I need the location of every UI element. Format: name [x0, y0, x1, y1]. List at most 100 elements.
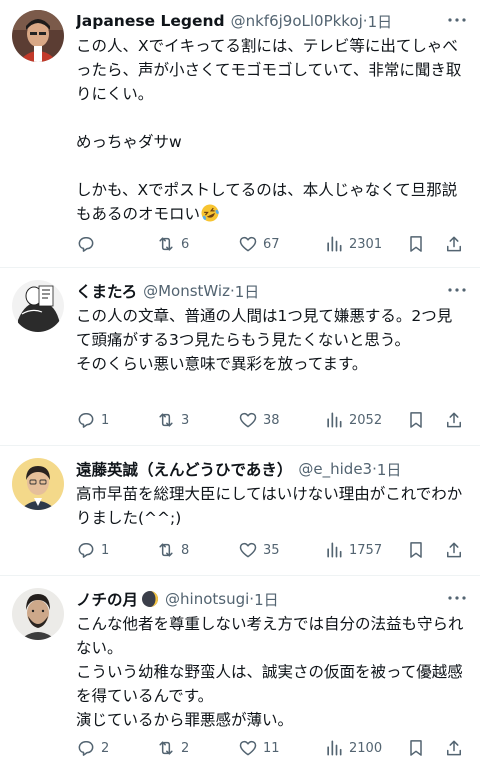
display-name[interactable]: 遠藤英誠（えんどうひであき）	[76, 458, 292, 480]
bookmark-button[interactable]	[406, 408, 426, 432]
user-handle[interactable]: @e_hide3	[298, 460, 372, 478]
view-count: 1757	[349, 542, 383, 558]
like-count: 35	[263, 542, 280, 558]
timestamp[interactable]: 1日	[377, 459, 402, 480]
speech-bubble-icon	[78, 413, 94, 428]
tweet-text-content: この人、Xでイキってる割には、テレビ等に出てしゃべったら、声が小さくてモゴモゴし…	[76, 37, 462, 223]
reply-count: 1	[101, 542, 110, 558]
view-count: 2052	[349, 412, 383, 428]
heart-icon	[239, 236, 257, 252]
avatar[interactable]	[12, 10, 64, 62]
bookmark-button[interactable]	[406, 736, 426, 760]
crescent-moon-emoji	[141, 590, 159, 608]
share-button[interactable]	[444, 538, 464, 562]
share-button[interactable]	[444, 408, 464, 432]
like-button[interactable]: 11	[238, 736, 280, 760]
views-button[interactable]: 1757	[324, 538, 382, 562]
tweet-actions: 2 2 11 2100	[68, 736, 470, 760]
more-dots-icon[interactable]	[446, 10, 468, 30]
repost-count: 3	[181, 412, 190, 428]
timestamp[interactable]: 1日	[368, 11, 393, 32]
repost-button[interactable]: 3	[156, 408, 189, 432]
speech-bubble-icon	[78, 741, 94, 756]
avatar[interactable]	[12, 280, 64, 332]
more-dots-icon[interactable]	[446, 588, 468, 608]
like-button[interactable]: 38	[238, 408, 280, 432]
repost-arrows-icon	[159, 413, 173, 427]
tweet-text: 高市早苗を総理大臣にしてはいけない理由がこれでわかりました(^^;)	[76, 485, 463, 527]
bar-chart-icon	[327, 542, 342, 558]
views-button[interactable]: 2100	[324, 736, 382, 760]
reply-feed: Japanese Legend @nkf6j9oLl0Pkkoj · 1日 この…	[0, 0, 480, 771]
reply-button[interactable]: 1	[76, 408, 109, 432]
repost-button[interactable]: 6	[156, 232, 189, 256]
tweet-text: こんな他者を尊重しない考え方では自分の法益も守られない。 こういう幼稚な野蛮人は…	[76, 615, 464, 729]
bookmark-icon	[410, 412, 422, 428]
tweet-header: ノチの月 @hinotsugi · 1日	[76, 588, 466, 610]
display-name[interactable]: Japanese Legend	[76, 12, 225, 30]
view-count: 2301	[349, 236, 383, 252]
view-count: 2100	[349, 740, 383, 756]
avatar[interactable]	[12, 588, 64, 640]
tweet-text: この人の文章、普通の人間は1つ見て嫌悪する。2つ見て頭痛がする3つ見たらもう見た…	[76, 307, 453, 373]
tweet-header: Japanese Legend @nkf6j9oLl0Pkkoj · 1日	[76, 10, 466, 32]
tweet[interactable]: くまたろ @MonstWiz · 1日 この人の文章、普通の人間は1つ見て嫌悪す…	[0, 268, 480, 446]
tweet-actions: 6 67 2301	[68, 232, 470, 256]
bookmark-icon	[410, 740, 422, 756]
share-upload-icon	[447, 542, 461, 558]
bookmark-icon	[410, 542, 422, 558]
bookmark-button[interactable]	[406, 232, 426, 256]
reply-count: 1	[101, 412, 110, 428]
display-name[interactable]: ノチの月	[76, 588, 138, 610]
like-button[interactable]: 67	[238, 232, 280, 256]
heart-icon	[239, 740, 257, 756]
heart-icon	[239, 412, 257, 428]
repost-count: 8	[181, 542, 190, 558]
share-upload-icon	[447, 740, 461, 756]
repost-count: 2	[181, 740, 190, 756]
tweet[interactable]: ノチの月 @hinotsugi · 1日 こんな他者を尊重しない考え方では自分の…	[0, 576, 480, 771]
bar-chart-icon	[327, 236, 342, 252]
reply-count: 2	[101, 740, 110, 756]
timestamp[interactable]: 1日	[254, 589, 279, 610]
rolling-on-floor-laughing-emoji	[200, 203, 220, 223]
like-count: 67	[263, 236, 280, 252]
bookmark-button[interactable]	[406, 538, 426, 562]
tweet[interactable]: Japanese Legend @nkf6j9oLl0Pkkoj · 1日 この…	[0, 0, 480, 268]
repost-button[interactable]: 8	[156, 538, 189, 562]
tweet-actions: 1 3 38 2052	[68, 408, 470, 432]
user-handle[interactable]: @hinotsugi	[165, 590, 249, 608]
tweet-header: 遠藤英誠（えんどうひであき） @e_hide3 · 1日	[76, 458, 466, 480]
display-name[interactable]: くまたろ	[76, 280, 137, 302]
repost-arrows-icon	[159, 543, 173, 557]
tweet-text: この人、Xでイキってる割には、テレビ等に出てしゃべったら、声が小さくてモゴモゴし…	[76, 34, 466, 226]
tweet-header: くまたろ @MonstWiz · 1日	[76, 280, 466, 302]
repost-button[interactable]: 2	[156, 736, 189, 760]
bookmark-icon	[410, 236, 422, 252]
share-upload-icon	[447, 236, 461, 252]
more-dots-icon[interactable]	[446, 280, 468, 300]
share-button[interactable]	[444, 232, 464, 256]
timestamp[interactable]: 1日	[235, 281, 260, 302]
avatar[interactable]	[12, 458, 64, 510]
repost-arrows-icon	[159, 237, 173, 251]
user-handle[interactable]: @nkf6j9oLl0Pkkoj	[231, 12, 363, 30]
tweet[interactable]: 遠藤英誠（えんどうひであき） @e_hide3 · 1日 高市早苗を総理大臣にし…	[0, 446, 480, 576]
bar-chart-icon	[327, 740, 342, 756]
reply-button[interactable]	[76, 232, 101, 256]
reply-button[interactable]: 2	[76, 736, 109, 760]
like-count: 11	[263, 740, 280, 756]
repost-arrows-icon	[159, 741, 173, 755]
tweet-actions: 1 8 35 1757	[68, 538, 470, 562]
like-button[interactable]: 35	[238, 538, 280, 562]
bar-chart-icon	[327, 412, 342, 428]
like-count: 38	[263, 412, 280, 428]
views-button[interactable]: 2301	[324, 232, 382, 256]
share-button[interactable]	[444, 736, 464, 760]
repost-count: 6	[181, 236, 190, 252]
share-upload-icon	[447, 412, 461, 428]
views-button[interactable]: 2052	[324, 408, 382, 432]
heart-icon	[239, 542, 257, 558]
user-handle[interactable]: @MonstWiz	[143, 282, 230, 300]
reply-button[interactable]: 1	[76, 538, 109, 562]
